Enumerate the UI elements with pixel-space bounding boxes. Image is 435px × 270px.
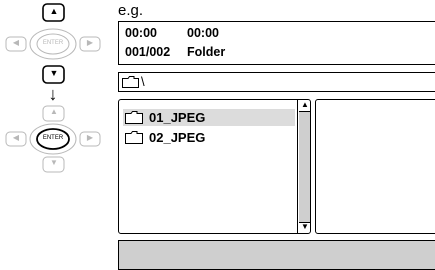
file-list[interactable]: 01_JPEG 02_JPEG	[118, 99, 311, 234]
list-item[interactable]: 01_JPEG	[123, 109, 295, 126]
track-index: 001/002	[125, 45, 171, 59]
down-arrow-icon[interactable]: ▼	[47, 158, 61, 167]
up-arrow-icon[interactable]: ▲	[47, 6, 61, 16]
right-arrow-icon[interactable]: ▶	[83, 133, 97, 142]
folder-icon	[125, 111, 143, 124]
up-arrow-icon[interactable]: ▲	[47, 107, 61, 116]
path-text: \	[141, 74, 145, 89]
folder-icon	[125, 131, 143, 144]
enter-button-label: ENTER	[42, 40, 64, 46]
scroll-up-arrow-icon[interactable]: ▲	[300, 100, 310, 109]
example-label: e.g.	[118, 2, 144, 19]
playback-info-box: 00:00 00:00 001/002 Folder	[118, 21, 435, 65]
elapsed-time: 00:00	[125, 26, 157, 40]
preview-panel	[315, 99, 435, 234]
file-name: 01_JPEG	[149, 110, 206, 125]
left-arrow-icon[interactable]: ◀	[9, 133, 23, 142]
scroll-down-arrow-icon[interactable]: ▼	[300, 222, 310, 231]
right-arrow-icon[interactable]: ▶	[83, 38, 97, 47]
path-bar: \	[118, 72, 435, 92]
step-down-arrow-icon: ↓	[48, 84, 58, 104]
enter-button-label[interactable]: ENTER	[42, 135, 64, 141]
track-type: Folder	[187, 45, 226, 59]
scrollbar-track[interactable]	[299, 111, 310, 223]
list-item[interactable]: 02_JPEG	[123, 129, 295, 146]
down-arrow-icon[interactable]: ▼	[47, 68, 61, 78]
status-bar	[118, 240, 435, 270]
folder-icon	[122, 76, 139, 88]
total-time: 00:00	[187, 26, 219, 40]
left-arrow-icon[interactable]: ◀	[9, 38, 23, 47]
file-list-scrollbar[interactable]: ▲ ▼	[297, 99, 311, 234]
file-name: 02_JPEG	[149, 130, 206, 145]
